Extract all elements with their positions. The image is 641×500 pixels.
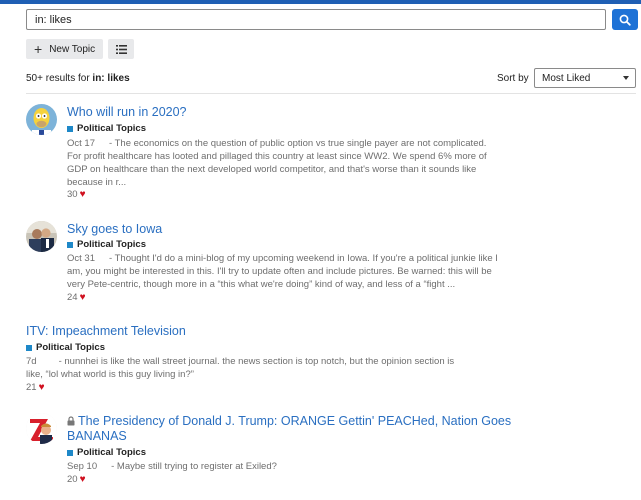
topic-title[interactable]: ITV: Impeachment Television [26,324,186,339]
lock-icon [67,416,75,426]
excerpt-line: Oct 17 - The economics on the question of… [67,137,512,150]
new-topic-button[interactable]: + New Topic [26,39,103,59]
results-prefix: 50+ results for [26,73,93,84]
like-count: 20 ♥ [67,474,86,485]
excerpt-line: am, you might be interested in this. I'l… [67,266,492,277]
sort-label: Sort by [497,73,529,84]
avatar[interactable] [26,413,57,444]
excerpt-line: Oct 31 - Thought I'd do a mini-blog of my… [67,252,512,265]
simpsons-avatar-icon [26,104,57,135]
topic-title[interactable]: The Presidency of Donald J. Trump: ORANG… [67,414,527,444]
search-input[interactable] [26,9,606,30]
heart-icon: ♥ [38,382,45,393]
category-label: Political Topics [77,239,146,250]
like-count-value: 21 [26,382,37,393]
excerpt-text: - The economics on the question of publi… [109,138,487,149]
title-line: The Presidency of Donald J. Trump: ORANG… [67,414,527,429]
plus-icon: + [34,41,43,57]
divider [26,93,636,94]
excerpt-text: - Thought I'd do a mini-blog of my upcom… [109,253,498,264]
excerpt-line: very Pete-centric, though more in a “thi… [67,279,456,290]
like-count-value: 20 [67,474,78,485]
category-color-square [67,449,73,456]
title-text: The Presidency of Donald J. Trump: ORANG… [78,414,512,428]
heart-icon: ♥ [79,474,86,485]
topic-date: Sep 10 [67,461,98,472]
category-label: Political Topics [36,342,105,353]
excerpt-line: 7d - nunnhei is like the wall street jour… [26,355,486,368]
excerpt-text: - Maybe still trying to register at Exil… [111,461,277,472]
topic-date: Oct 31 [67,253,95,264]
topic-title[interactable]: Who will run in 2020? [67,105,187,120]
topic-title[interactable]: Sky goes to Iowa [67,222,162,237]
excerpt-text: - nunnhei is like the wall street journa… [58,356,455,367]
category-color-square [67,125,73,132]
photo-avatar-icon [26,221,57,252]
results-query: in: likes [92,73,130,84]
new-topic-label: New Topic [49,43,96,55]
topic-excerpt: Sep 10 - Maybe still trying to register a… [67,460,512,473]
like-count: 24 ♥ [67,292,86,303]
excerpt-line: For profit healthcare has looted and pil… [67,151,487,162]
avatar[interactable] [26,221,57,252]
heart-icon: ♥ [79,292,86,303]
category-badge[interactable]: Political Topics [26,342,105,353]
topic-date: Oct 17 [67,138,95,149]
category-color-square [67,241,73,248]
excerpt-line: because in r... [67,177,127,188]
list-icon [115,44,127,54]
like-count-value: 24 [67,292,78,303]
category-color-square [26,344,32,351]
topic-date: 7d [26,356,37,367]
avatar[interactable] [26,104,57,135]
topic-excerpt: 7d - nunnhei is like the wall street jour… [26,355,486,381]
search-icon [619,14,631,26]
category-label: Political Topics [77,447,146,458]
category-badge[interactable]: Political Topics [67,239,146,250]
sort-selected: Most Liked [542,72,591,84]
topic-excerpt: Oct 17 - The economics on the question of… [67,137,512,189]
category-label: Political Topics [77,123,146,134]
results-count: 50+ results for in: likes [26,73,130,84]
like-count: 30 ♥ [67,189,86,200]
category-badge[interactable]: Political Topics [67,447,146,458]
list-view-button[interactable] [108,39,134,59]
search-button[interactable] [612,9,638,30]
sort-select[interactable]: Most Liked [534,68,636,88]
title-line: BANANAS [67,429,127,443]
chevron-down-icon [623,76,629,80]
excerpt-line: like, “lol what world is this guy living… [26,369,194,380]
excerpt-line: Sep 10 - Maybe still trying to register a… [67,460,512,473]
trump-avatar-icon [26,413,57,444]
heart-icon: ♥ [79,189,86,200]
like-count-value: 30 [67,189,78,200]
like-count: 21 ♥ [26,382,45,393]
category-badge[interactable]: Political Topics [67,123,146,134]
excerpt-line: GDP on healthcare than the next develope… [67,164,477,175]
topic-excerpt: Oct 31 - Thought I'd do a mini-blog of my… [67,252,512,291]
top-bar [0,0,641,4]
